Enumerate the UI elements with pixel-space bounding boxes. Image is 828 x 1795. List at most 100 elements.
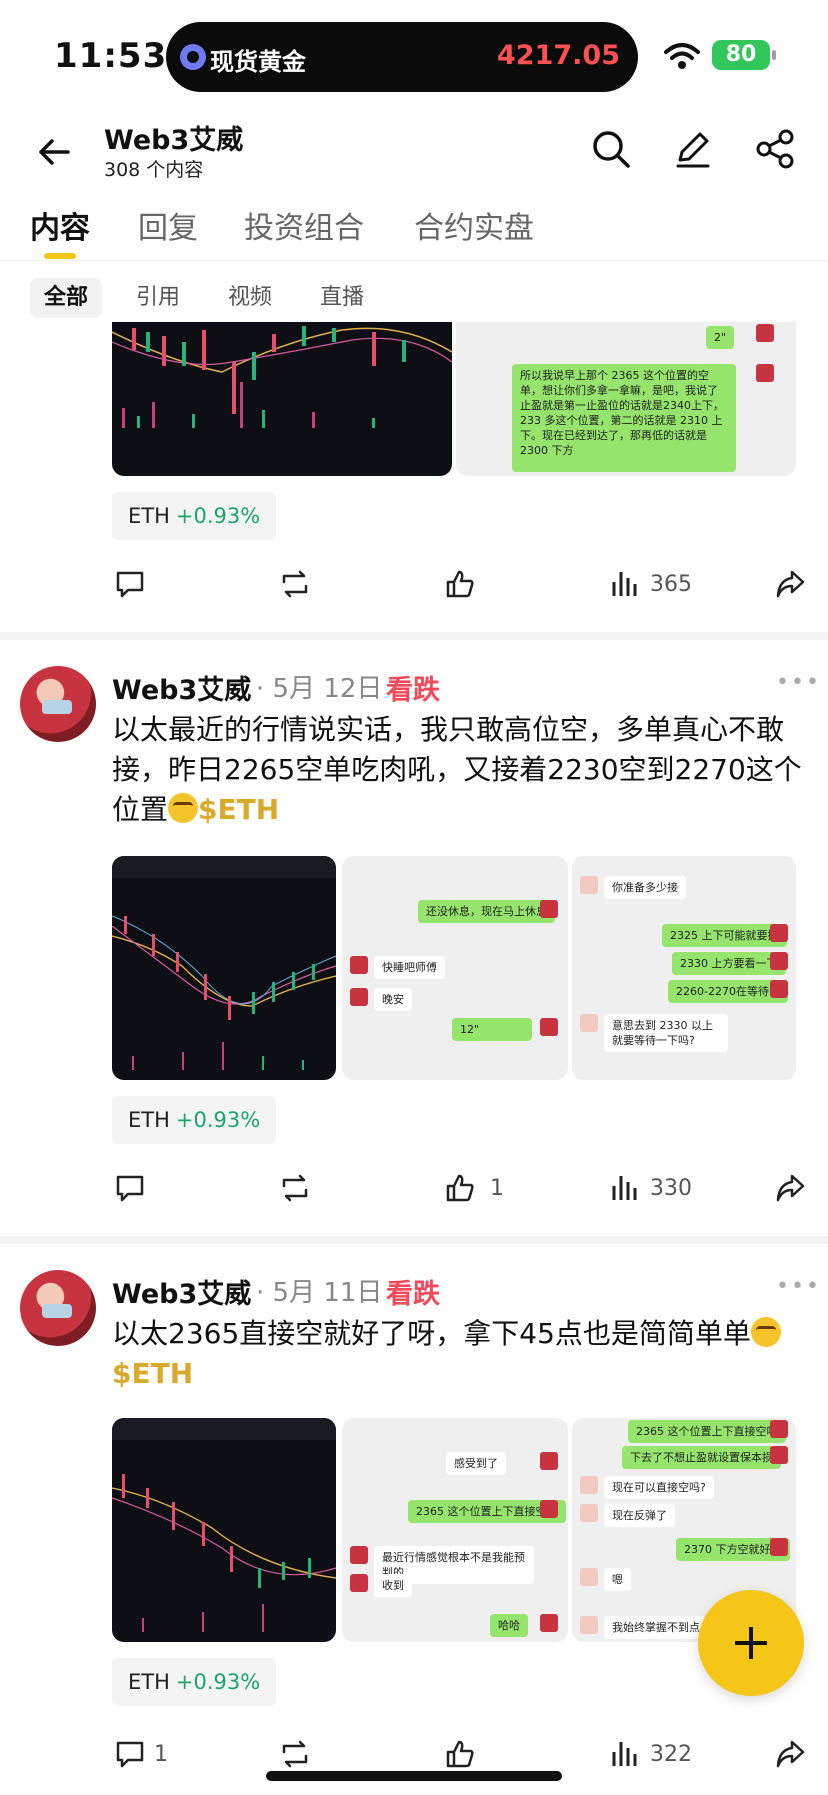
chat-message: 意思去到 2330 以上就要等待一下吗?	[604, 1014, 728, 1052]
chat-message: 晚安	[374, 988, 412, 1011]
chat-avatar	[350, 988, 368, 1006]
like-icon[interactable]	[444, 1172, 476, 1204]
chip-live[interactable]: 直播	[306, 278, 378, 318]
chat-message: 还没休息，现在马上休息	[418, 900, 555, 923]
sentiment-badge: 看跌	[386, 1279, 440, 1310]
back-arrow-icon[interactable]	[34, 132, 74, 172]
asset-tag[interactable]: ETH +0.93%	[112, 492, 277, 540]
more-options-icon[interactable]: •••	[776, 670, 821, 695]
asset-tag[interactable]: ETH +0.93%	[112, 1096, 277, 1144]
tab-content[interactable]: 内容	[30, 203, 90, 247]
more-options-icon[interactable]: •••	[776, 1274, 821, 1299]
profile-header: Web3艾威 308 个内容	[0, 110, 828, 195]
repost-icon[interactable]	[278, 568, 312, 600]
post-image-chart[interactable]	[112, 322, 452, 476]
search-icon[interactable]	[588, 126, 634, 172]
chip-all[interactable]: 全部	[30, 278, 103, 318]
post-date: · 5月 12日	[256, 674, 383, 704]
dynamic-island-ticker[interactable]: 现货黄金 4217.05	[166, 22, 638, 92]
like-icon[interactable]	[444, 1738, 476, 1770]
chat-avatar	[540, 1500, 558, 1518]
cashtag-link[interactable]: $ETH	[198, 793, 279, 826]
views-icon	[612, 572, 637, 596]
author-name[interactable]: Web3艾威	[112, 1272, 251, 1311]
chip-videos[interactable]: 视频	[214, 278, 286, 318]
post-actions: 1 330	[0, 1164, 828, 1214]
asset-symbol: ETH	[128, 504, 170, 528]
post-text[interactable]: 以太2365直接空就好了呀，拿下45点也是简简单单 $ETH	[112, 1314, 802, 1394]
chat-avatar	[540, 900, 558, 918]
post-text[interactable]: 以太最近的行情说实话，我只敢高位空，多单真心不敢接，昨日2265空单吃肉吼，又接…	[112, 710, 802, 830]
author-name[interactable]: Web3艾威	[112, 668, 251, 707]
post-body: 以太2365直接空就好了呀，拿下45点也是简简单单	[112, 1317, 751, 1350]
comment-icon[interactable]	[114, 1172, 146, 1204]
chat-message: 你准备多少接	[604, 876, 686, 899]
chat-avatar	[756, 324, 774, 342]
chat-message: 收到	[374, 1574, 412, 1597]
asset-symbol: ETH	[128, 1670, 170, 1694]
share-network-icon[interactable]	[752, 126, 798, 172]
asset-change: +0.93%	[175, 1108, 261, 1132]
comment-icon[interactable]	[114, 568, 146, 600]
avatar[interactable]	[20, 1270, 96, 1346]
home-indicator[interactable]	[266, 1771, 562, 1781]
post-image-chat[interactable]: 感受到了 2365 这个位置上下直接空吧 最近行情感觉根本不是我能预判的 收到 …	[342, 1418, 568, 1642]
battery-indicator: 80	[712, 40, 770, 70]
asset-change: +0.93%	[175, 504, 261, 528]
post-image-chart[interactable]	[112, 1418, 336, 1642]
share-icon[interactable]	[774, 1738, 806, 1770]
sentiment-badge: 看跌	[386, 675, 440, 706]
compose-fab-plus-icon[interactable]	[698, 1590, 804, 1696]
views-icon	[612, 1176, 637, 1200]
status-time: 11:53	[54, 36, 168, 76]
views-icon	[612, 1742, 637, 1766]
chat-avatar	[756, 364, 774, 382]
share-icon[interactable]	[774, 568, 806, 600]
chat-avatar	[350, 956, 368, 974]
battery-tip	[772, 50, 776, 60]
chat-message: 嗯	[604, 1568, 631, 1591]
cashtag-link[interactable]: $ETH	[112, 1357, 193, 1390]
post-image-chart[interactable]	[112, 856, 336, 1080]
chip-quotes[interactable]: 引用	[122, 278, 194, 318]
repost-icon[interactable]	[278, 1172, 312, 1204]
tab-portfolio[interactable]: 投资组合	[244, 203, 364, 247]
post-image-chat[interactable]: 你准备多少接 2325 上下可能就要接 2330 上方要看一下 2260-227…	[572, 856, 796, 1080]
chat-message: 现在可以直接空吗?	[604, 1476, 714, 1499]
edit-pencil-icon[interactable]	[670, 126, 716, 172]
chat-message: 下去了不想止盈就设置保本损	[622, 1446, 781, 1469]
post-image-chat[interactable]: 还没休息，现在马上休息 快睡吧师傅 晚安 12"	[342, 856, 568, 1080]
chat-avatar	[770, 924, 788, 942]
profile-tabs: 内容 回复 投资组合 合约实盘	[0, 195, 828, 261]
chat-avatar	[350, 1546, 368, 1564]
repost-icon[interactable]	[278, 1738, 312, 1770]
chat-avatar	[580, 1476, 598, 1494]
nerd-emoji-icon	[750, 1317, 781, 1347]
chat-avatar	[580, 1616, 598, 1634]
comment-icon[interactable]	[114, 1738, 146, 1770]
share-icon[interactable]	[774, 1172, 806, 1204]
ticker-value: 4217.05	[497, 40, 620, 71]
views-count: 365	[650, 572, 692, 597]
chat-message: 感受到了	[446, 1452, 506, 1475]
avatar[interactable]	[20, 666, 96, 742]
likes-count: 1	[490, 1176, 504, 1201]
chat-message: 现在反弹了	[604, 1504, 675, 1527]
chat-avatar	[580, 1014, 598, 1032]
asset-tag[interactable]: ETH +0.93%	[112, 1658, 277, 1706]
chat-avatar	[540, 1614, 558, 1632]
views-count: 322	[650, 1742, 692, 1767]
tab-live-contracts[interactable]: 合约实盘	[414, 203, 534, 247]
like-icon[interactable]	[444, 568, 476, 600]
ticker-icon	[180, 44, 206, 70]
chat-avatar	[540, 1018, 558, 1036]
asset-symbol: ETH	[128, 1108, 170, 1132]
asset-change: +0.93%	[175, 1670, 261, 1694]
tab-replies[interactable]: 回复	[138, 203, 198, 247]
chat-voice-bubble: 12"	[452, 1018, 532, 1041]
chat-avatar	[580, 876, 598, 894]
chat-avatar	[770, 980, 788, 998]
chat-message: 2330 上方要看一下	[672, 952, 786, 975]
chat-message: 2325 上下可能就要接	[662, 924, 787, 947]
post-image-chat[interactable]: 2" 所以我说早上那个 2365 这个位置的空单，想让你们多拿一拿嘛，是吧，我说…	[456, 322, 796, 476]
